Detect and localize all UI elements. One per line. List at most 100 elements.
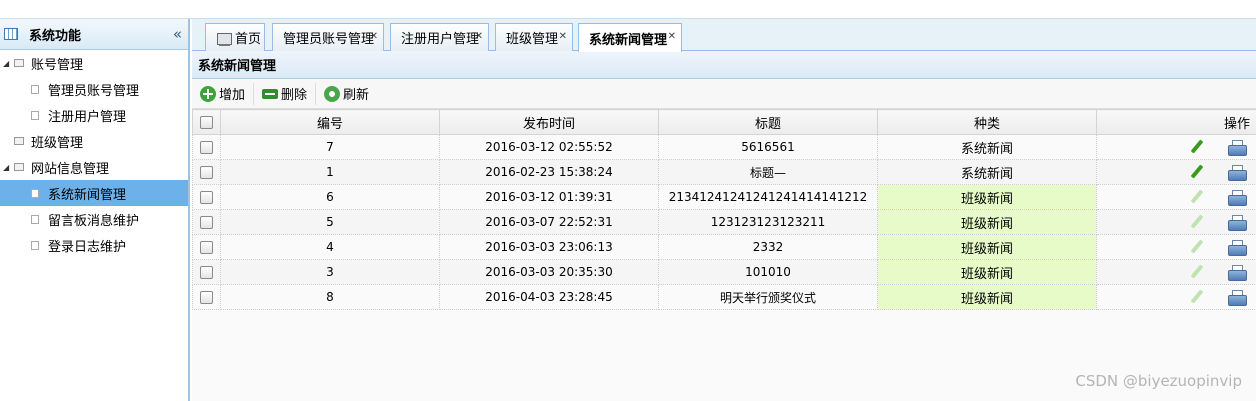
cell-title: 明天举行颁奖仪式 (658, 284, 878, 310)
column-header-title[interactable]: 标题 (658, 109, 878, 135)
pencil-icon[interactable] (1189, 214, 1203, 230)
expand-triangle-icon[interactable]: ◢ (3, 163, 9, 172)
printer-icon[interactable] (1228, 140, 1247, 156)
printer-icon[interactable] (1228, 215, 1247, 231)
tab-class[interactable]: 班级管理 ✕ (495, 23, 573, 51)
printer-icon[interactable] (1228, 165, 1247, 181)
printer-icon[interactable] (1228, 290, 1247, 306)
cell-ops (1096, 209, 1256, 235)
tab-bar: 首页 管理员账号管理 ✕ 注册用户管理 ✕ 班级管理 ✕ 系统新闻管理 ✕ (192, 19, 1256, 52)
collapse-icon[interactable]: « (173, 25, 182, 43)
tree-node-account[interactable]: ◢ 账号管理 (0, 50, 188, 76)
row-checkbox[interactable] (200, 191, 213, 204)
add-button-label: 增加 (219, 88, 246, 103)
file-icon (31, 110, 39, 120)
column-header-time[interactable]: 发布时间 (439, 109, 659, 135)
close-icon[interactable]: ✕ (475, 31, 483, 42)
pencil-icon[interactable] (1189, 239, 1203, 255)
cell-type: 系统新闻 (877, 134, 1097, 160)
close-icon[interactable]: ✕ (559, 31, 567, 42)
row-checkbox[interactable] (200, 166, 213, 179)
cell-title: 123123123123211 (658, 209, 878, 235)
tab-admin-account[interactable]: 管理员账号管理 ✕ (272, 23, 384, 51)
tree-node-message-board[interactable]: 留言板消息维护 (0, 206, 188, 232)
panel-title: 系统新闻管理 (192, 51, 1256, 79)
tree-node-admin-account[interactable]: 管理员账号管理 (0, 76, 188, 102)
table-row[interactable]: 6 2016-03-12 01:39:31 21341241241241241414… (192, 184, 1256, 210)
add-button[interactable]: 增加 (200, 82, 255, 105)
sidebar-title: 系统功能 (29, 28, 82, 44)
row-select-cell (192, 134, 221, 160)
row-checkbox[interactable] (200, 291, 213, 304)
delete-button-label: 删除 (281, 88, 308, 103)
cell-id: 3 (220, 259, 440, 285)
table-row[interactable]: 7 2016-03-12 02:55:52 5616561 系统新闻 (192, 134, 1256, 160)
refresh-button[interactable]: 刷新 (324, 83, 377, 105)
row-checkbox[interactable] (200, 241, 213, 254)
toolbar: 增加 删除 刷新 (192, 79, 1256, 109)
table-row[interactable]: 4 2016-03-03 23:06:13 2332 班级新闻 (192, 234, 1256, 260)
file-icon (31, 214, 39, 224)
home-icon (216, 31, 232, 46)
printer-icon[interactable] (1228, 265, 1247, 281)
cell-id: 1 (220, 159, 440, 185)
file-icon (31, 188, 39, 198)
row-checkbox[interactable] (200, 141, 213, 154)
close-icon[interactable]: ✕ (668, 31, 676, 42)
tree-node-class[interactable]: 班级管理 (0, 128, 188, 154)
tree-node-label: 留言板消息维护 (48, 213, 140, 229)
cell-id: 8 (220, 284, 440, 310)
folder-icon (14, 163, 24, 171)
cell-type: 系统新闻 (877, 159, 1097, 185)
pencil-icon[interactable] (1189, 164, 1203, 180)
cell-time: 2016-02-23 15:38:24 (439, 159, 659, 185)
expand-triangle-icon[interactable]: ◢ (3, 59, 9, 68)
tree-node-site-info[interactable]: ◢ 网站信息管理 (0, 154, 188, 180)
tab-home[interactable]: 首页 (205, 23, 265, 51)
tree-node-label: 班级管理 (31, 135, 84, 151)
folder-icon (14, 59, 24, 67)
row-select-cell (192, 209, 221, 235)
tree-node-label: 账号管理 (31, 57, 84, 73)
cell-type: 班级新闻 (877, 234, 1097, 260)
cell-title: 2332 (658, 234, 878, 260)
table-row[interactable]: 5 2016-03-07 22:52:31 123123123123211 班级新闻 (192, 209, 1256, 235)
delete-button[interactable]: 删除 (262, 82, 317, 105)
row-select-cell (192, 234, 221, 260)
table-body: 7 2016-03-12 02:55:52 5616561 系统新闻 1 2016-02-… (192, 134, 1256, 310)
tree-node-label: 登录日志维护 (48, 239, 127, 255)
row-checkbox[interactable] (200, 266, 213, 279)
table-row[interactable]: 8 2016-04-03 23:28:45 明天举行颁奖仪式 班级新闻 (192, 284, 1256, 310)
pencil-icon[interactable] (1189, 139, 1203, 155)
pencil-icon[interactable] (1189, 264, 1203, 280)
printer-icon[interactable] (1228, 240, 1247, 256)
table-row[interactable]: 3 2016-03-03 20:35:30 101010 班级新闻 (192, 259, 1256, 285)
news-table: 编号 发布时间 标题 种类 操作 7 2016-03-12 02:55:52 561… (192, 109, 1256, 310)
watermark: CSDN @biyezuopinvip (1075, 372, 1242, 390)
column-header-type[interactable]: 种类 (877, 109, 1097, 135)
table-header-row: 编号 发布时间 标题 种类 操作 (192, 109, 1256, 135)
tab-system-news[interactable]: 系统新闻管理 ✕ (578, 23, 682, 52)
cell-ops (1096, 134, 1256, 160)
pencil-icon[interactable] (1189, 289, 1203, 305)
row-checkbox[interactable] (200, 216, 213, 229)
tree-node-label: 系统新闻管理 (48, 187, 127, 203)
close-icon[interactable]: ✕ (370, 31, 378, 42)
tree-node-registered-users[interactable]: 注册用户管理 (0, 102, 188, 128)
main-area: 首页 管理员账号管理 ✕ 注册用户管理 ✕ 班级管理 ✕ 系统新闻管理 ✕ 系统… (192, 19, 1256, 401)
nav-tree: ◢ 账号管理 管理员账号管理 注册用户管理 班级管理 ◢ 网站信息管理 系统新闻… (0, 50, 188, 258)
file-icon (31, 240, 39, 250)
tree-node-login-log[interactable]: 登录日志维护 (0, 232, 188, 258)
column-header-id[interactable]: 编号 (220, 109, 440, 135)
printer-icon[interactable] (1228, 190, 1247, 206)
row-select-cell (192, 259, 221, 285)
grid-icon (4, 28, 18, 40)
cell-ops (1096, 184, 1256, 210)
refresh-button-label: 刷新 (343, 88, 370, 103)
row-select-cell (192, 184, 221, 210)
tab-registered-users[interactable]: 注册用户管理 ✕ (390, 23, 489, 51)
table-row[interactable]: 1 2016-02-23 15:38:24 标题— 系统新闻 (192, 159, 1256, 185)
select-all-checkbox[interactable] (200, 115, 213, 129)
pencil-icon[interactable] (1189, 189, 1203, 205)
tree-node-system-news[interactable]: 系统新闻管理 (0, 180, 188, 206)
